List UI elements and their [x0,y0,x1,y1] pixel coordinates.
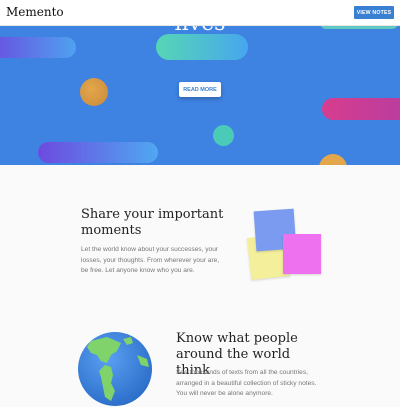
decorative-dot [319,154,347,165]
sticky-note-pink [283,234,321,274]
read-more-button[interactable]: READ MORE [179,82,221,97]
decorative-pill [322,98,400,120]
view-notes-button[interactable]: VIEW NOTES [354,6,394,19]
hero-banner: lives READ MORE [0,25,400,165]
share-section-text: Let the world know about your successes,… [81,246,220,274]
globe-icon [78,332,152,406]
brand-logo[interactable]: Memento [6,5,64,19]
share-section-title: Share your important moments [81,207,224,238]
decorative-pill [38,142,158,163]
decorative-dot [80,78,108,106]
know-section-text: See thousands of texts from all the coun… [176,369,317,397]
decorative-dot [213,125,234,146]
decorative-pill [0,37,76,58]
top-navbar: Memento VIEW NOTES [0,0,400,26]
decorative-pill [156,34,248,60]
